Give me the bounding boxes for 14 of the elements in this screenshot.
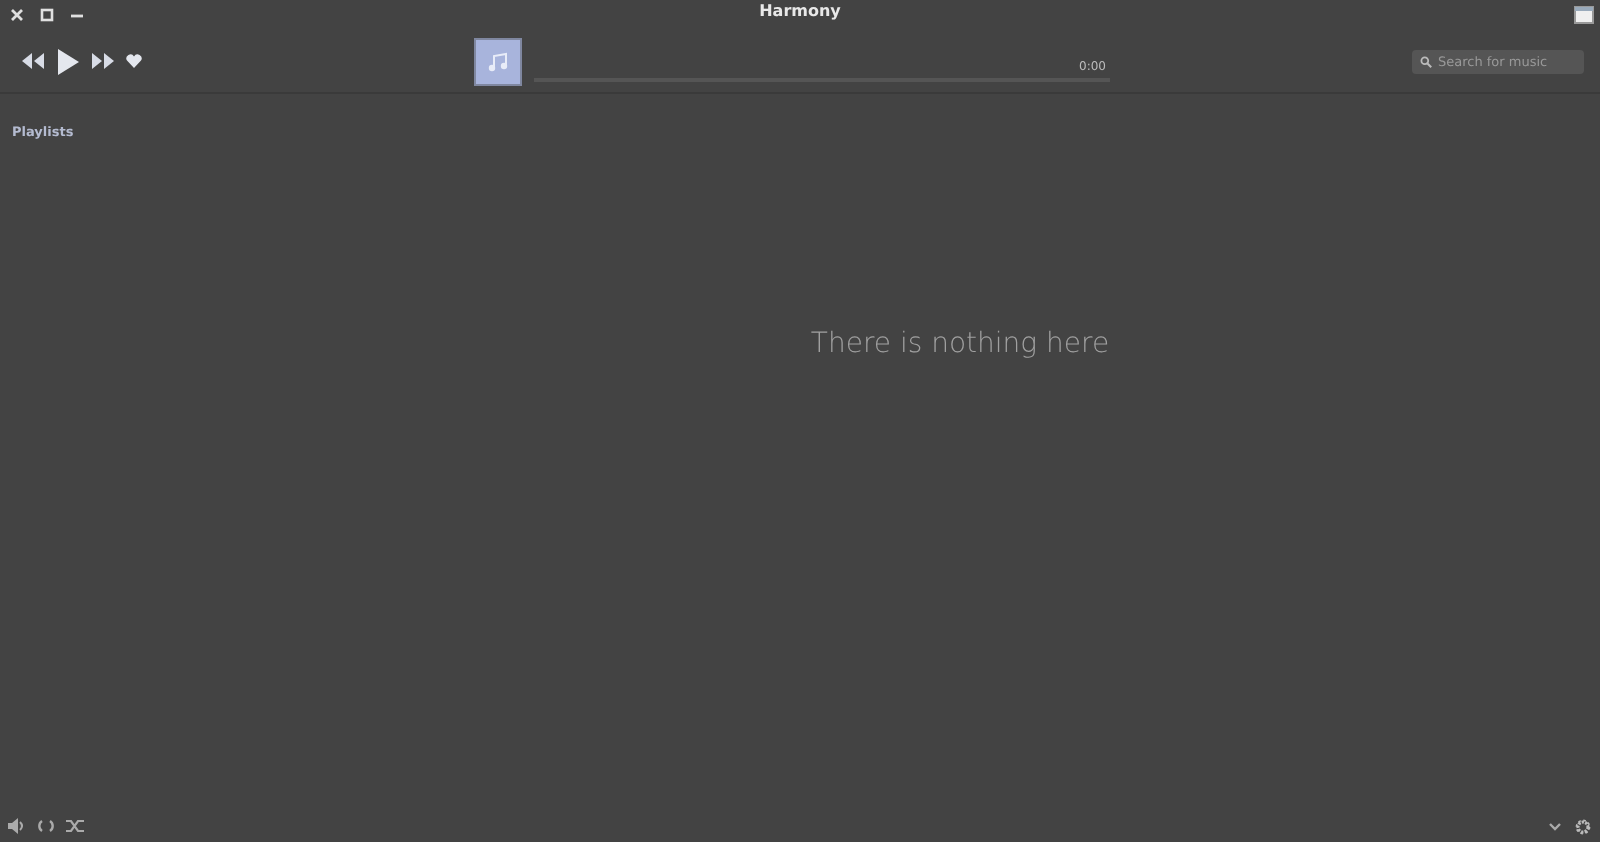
heart-icon[interactable]	[126, 54, 142, 68]
chevron-down-icon[interactable]	[1548, 821, 1562, 831]
shuffle-icon[interactable]	[66, 818, 84, 834]
fast-forward-icon[interactable]	[90, 52, 116, 70]
music-note-icon	[486, 49, 510, 73]
close-icon[interactable]	[8, 6, 26, 24]
settings-icon[interactable]	[1574, 817, 1592, 835]
volume-icon[interactable]	[8, 818, 26, 834]
window-title: Harmony	[759, 2, 841, 20]
maximize-icon[interactable]	[38, 6, 56, 24]
rewind-icon[interactable]	[20, 52, 46, 70]
repeat-icon[interactable]	[38, 818, 54, 834]
play-icon[interactable]	[56, 47, 80, 75]
empty-message: There is nothing here	[810, 328, 1110, 364]
